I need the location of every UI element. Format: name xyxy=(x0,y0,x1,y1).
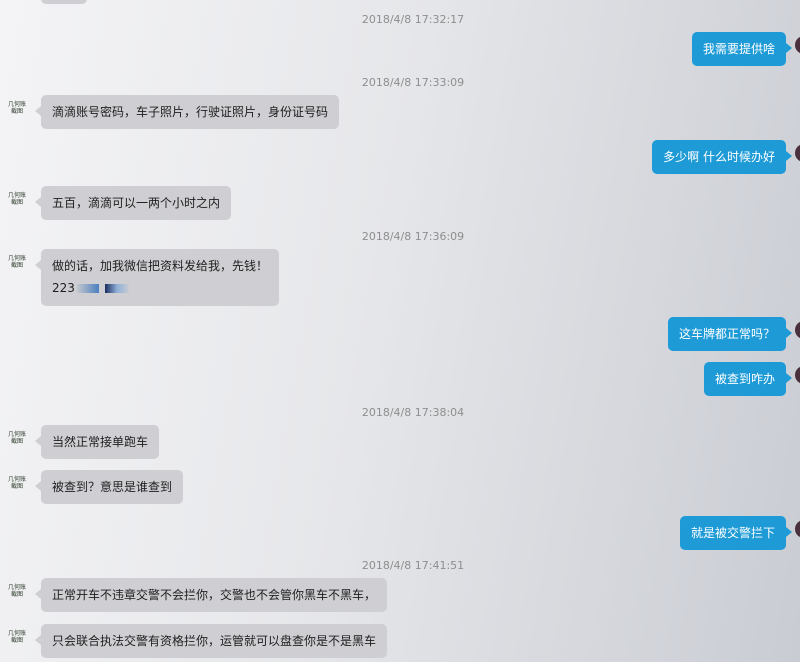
chat-history: 2018/4/8 17:32:17 我需要提供啥 2018/4/8 17:33:… xyxy=(0,0,800,662)
self-avatar xyxy=(795,366,800,384)
contact-avatar: 几何账 截图 xyxy=(3,425,31,451)
timestamp: 2018/4/8 17:32:17 xyxy=(361,13,465,26)
self-avatar xyxy=(795,36,800,54)
message-outgoing: 就是被交警拦下 xyxy=(679,516,793,550)
self-avatar xyxy=(795,321,800,339)
timestamp: 2018/4/8 17:38:04 xyxy=(361,406,465,419)
contact-avatar: 几何账 截图 xyxy=(3,470,31,496)
message-incoming: 当然正常接单跑车 xyxy=(34,425,160,459)
handwritten-avatar-icon: 几何账 截图 xyxy=(7,431,26,445)
self-avatar xyxy=(795,144,800,162)
partial-number: 223 xyxy=(52,281,75,295)
handwritten-avatar-icon: 几何账 截图 xyxy=(7,630,26,644)
redacted-block xyxy=(104,284,129,293)
handwritten-avatar-icon: 几何账 截图 xyxy=(7,476,26,490)
timestamp: 2018/4/8 17:41:51 xyxy=(361,559,465,572)
message-outgoing: 被查到咋办 xyxy=(703,362,793,396)
handwritten-avatar-icon: 几何账 截图 xyxy=(7,192,26,206)
message-outgoing: 我需要提供啥 xyxy=(691,32,793,66)
partial-message-bubble xyxy=(41,0,87,4)
handwritten-avatar-icon: 几何账 截图 xyxy=(7,101,26,115)
message-incoming: 被查到？意思是谁查到 xyxy=(34,470,184,504)
contact-avatar: 几何账 截图 xyxy=(3,95,31,121)
message-outgoing: 多少啊 什么时候办好 xyxy=(652,140,792,174)
self-avatar xyxy=(795,520,800,538)
message-incoming: 只会联合执法交警有资格拦你，运管就可以盘查你是不是黑车 xyxy=(34,624,388,658)
message-incoming: 五百，滴滴可以一两个小时之内 xyxy=(34,186,232,220)
handwritten-avatar-icon: 几何账 截图 xyxy=(7,584,26,598)
handwritten-avatar-icon: 几何账 截图 xyxy=(7,255,26,269)
message-outgoing: 这车牌都正常吗？ xyxy=(667,317,793,351)
contact-avatar: 几何账 截图 xyxy=(3,186,31,212)
contact-avatar: 几何账 截图 xyxy=(3,624,31,650)
message-line: 做的话，加我微信把资料发给我，先钱！ xyxy=(52,259,269,273)
contact-avatar: 几何账 截图 xyxy=(3,578,31,604)
timestamp: 2018/4/8 17:33:09 xyxy=(361,76,465,89)
redacted-block xyxy=(76,284,99,293)
message-incoming: 滴滴账号密码，车子照片，行驶证照片，身份证号码 xyxy=(34,95,340,129)
contact-avatar: 几何账 截图 xyxy=(3,249,31,275)
message-line-redacted: 223 xyxy=(52,277,268,299)
message-incoming-multiline: 做的话，加我微信把资料发给我，先钱！ 223 xyxy=(34,249,280,306)
timestamp: 2018/4/8 17:36:09 xyxy=(361,230,465,243)
message-incoming: 正常开车不违章交警不会拦你，交警也不会管你黑车不黑车， xyxy=(34,578,388,612)
